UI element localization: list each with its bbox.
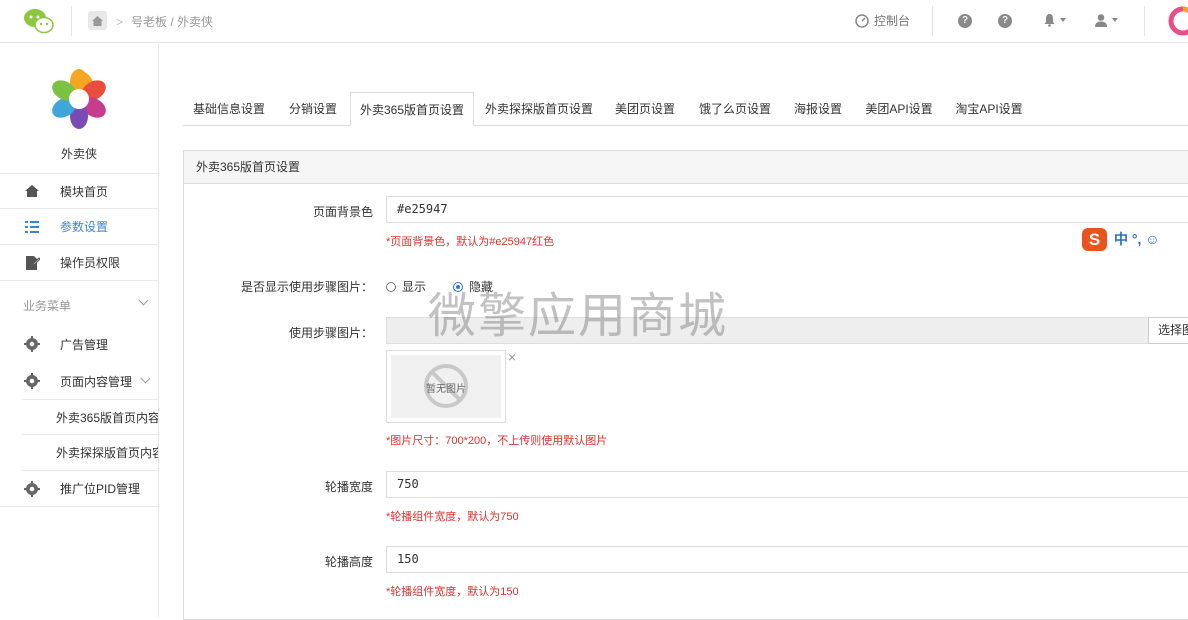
sidebar-subitem-label: 外卖探探版首页内容 [56, 446, 158, 460]
radio-show[interactable] [386, 281, 396, 292]
carousel-width-input[interactable]: 750 [386, 471, 1188, 498]
sidebar-group-label[interactable]: 业务菜单 [23, 297, 71, 314]
gear-icon [24, 480, 40, 497]
bg-color-input[interactable]: #e25947 [386, 196, 1188, 223]
sidebar-item-label: 广告管理 [60, 337, 109, 352]
notifications-dropdown[interactable] [1043, 13, 1066, 27]
sidebar-item-ad-management[interactable]: 广告管理 [0, 326, 158, 362]
app-name: 外卖侠 [60, 147, 97, 161]
chevron-down-icon [1060, 18, 1066, 22]
tab-meituan-page[interactable]: 美团页设置 [605, 92, 685, 126]
sidebar: 外卖侠 模块首页 参数设置 操作员权限 业务菜单 广告管理 页面内容管理 外卖3… [0, 44, 159, 617]
ime-status-text: 中 °, ☺ [1114, 231, 1160, 247]
tab-eleme-page[interactable]: 饿了么页设置 [689, 92, 781, 126]
console-link[interactable]: 控制台 [855, 12, 910, 29]
question-icon: ? [998, 14, 1012, 28]
help-button-2[interactable]: ? [998, 14, 1012, 28]
divider [1144, 6, 1145, 36]
sidebar-item-param-settings[interactable]: 参数设置 [0, 209, 158, 245]
carousel-height-input[interactable]: 150 [386, 546, 1188, 573]
breadcrumb-text[interactable]: 号老板 / 外卖侠 [131, 15, 213, 29]
sidebar-item-page-content[interactable]: 页面内容管理 [0, 363, 158, 399]
steps-image-thumbnail: 暂无图片 [386, 350, 506, 423]
gear-icon [24, 373, 40, 389]
tab-distribution[interactable]: 分销设置 [279, 92, 347, 126]
app-logo-icon[interactable] [1168, 6, 1188, 36]
sidebar-subitem-tantan-home-content[interactable]: 外卖探探版首页内容 [22, 435, 158, 471]
watermark-text: 微擎应用商城 [428, 288, 729, 344]
tab-taobao-api[interactable]: 淘宝API设置 [946, 92, 1032, 126]
carousel-width-label: 轮播宽度 [324, 480, 373, 494]
sidebar-item-label: 参数设置 [60, 220, 109, 234]
divider [932, 6, 933, 36]
edit-icon [26, 255, 40, 270]
bg-color-label: 页面背景色 [312, 205, 373, 219]
show-steps-label: 是否显示使用步骤图片： [240, 280, 373, 294]
question-icon: ? [958, 14, 972, 28]
chevron-down-icon[interactable] [138, 295, 149, 306]
chevron-right-icon: > [116, 15, 124, 29]
sidebar-item-module-home[interactable]: 模块首页 [0, 173, 158, 209]
panel-title: 外卖365版首页设置 [184, 151, 1188, 184]
home-icon [25, 185, 39, 197]
radio-show-label[interactable]: 显示 [402, 278, 426, 295]
tab-basic-info[interactable]: 基础信息设置 [183, 92, 275, 126]
user-icon [1095, 14, 1107, 27]
chevron-down-icon [140, 373, 151, 384]
chevron-down-icon [1112, 18, 1118, 22]
home-icon[interactable] [88, 11, 107, 30]
sidebar-item-label: 页面内容管理 [60, 374, 133, 389]
carousel-height-label: 轮播高度 [324, 555, 373, 569]
tab-365-home[interactable]: 外卖365版首页设置 [350, 92, 474, 127]
sidebar-item-label: 操作员权限 [60, 256, 121, 270]
breadcrumb: > 号老板 / 外卖侠 [116, 13, 213, 30]
user-dropdown[interactable] [1094, 13, 1118, 27]
help-button[interactable]: ? [958, 14, 972, 28]
list-icon [25, 220, 39, 233]
tab-poster[interactable]: 海报设置 [784, 92, 852, 126]
steps-image-label: 使用步骤图片： [288, 326, 373, 340]
sidebar-subitem-label: 外卖365版首页内容 [56, 410, 158, 425]
ime-toolbar[interactable]: S 中 °, ☺ [1082, 226, 1188, 252]
no-image-text: 暂无图片 [426, 384, 466, 395]
tab-tantan-home[interactable]: 外卖探探版首页设置 [477, 92, 601, 126]
bg-color-hint: *页面背景色，默认为#e25947红色 [386, 236, 555, 248]
carousel-height-hint: *轮播组件宽度，默认为150 [386, 586, 519, 598]
carousel-width-hint: *轮播组件宽度，默认为750 [386, 511, 519, 523]
wechat-logo-icon[interactable] [22, 7, 56, 35]
app-logo-icon [52, 69, 106, 129]
gear-icon [24, 336, 40, 352]
sidebar-item-label: 模块首页 [60, 184, 109, 199]
remove-image-icon[interactable]: × [508, 350, 516, 364]
top-bar: > 号老板 / 外卖侠 控制台 ? ? [0, 0, 1188, 43]
steps-image-hint: *图片尺寸：700*200，不上传则使用默认图片 [386, 435, 608, 447]
console-label: 控制台 [874, 14, 911, 28]
sidebar-subitem-365-home-content[interactable]: 外卖365版首页内容 [22, 399, 158, 435]
bell-icon [1044, 14, 1055, 27]
tab-meituan-api[interactable]: 美团API设置 [856, 92, 942, 126]
divider [71, 6, 72, 36]
select-image-button[interactable]: 选择图片 [1148, 317, 1188, 344]
settings-tabs: 基础信息设置 分销设置 外卖365版首页设置 外卖探探版首页设置 美团页设置 饿… [183, 92, 1188, 127]
sidebar-item-label: 推广位PID管理 [60, 482, 141, 496]
dashboard-icon [855, 13, 869, 28]
sogou-logo-icon: S [1082, 227, 1107, 251]
sidebar-item-pid-management[interactable]: 推广位PID管理 [0, 471, 158, 507]
sidebar-item-operator-permissions[interactable]: 操作员权限 [0, 245, 158, 281]
